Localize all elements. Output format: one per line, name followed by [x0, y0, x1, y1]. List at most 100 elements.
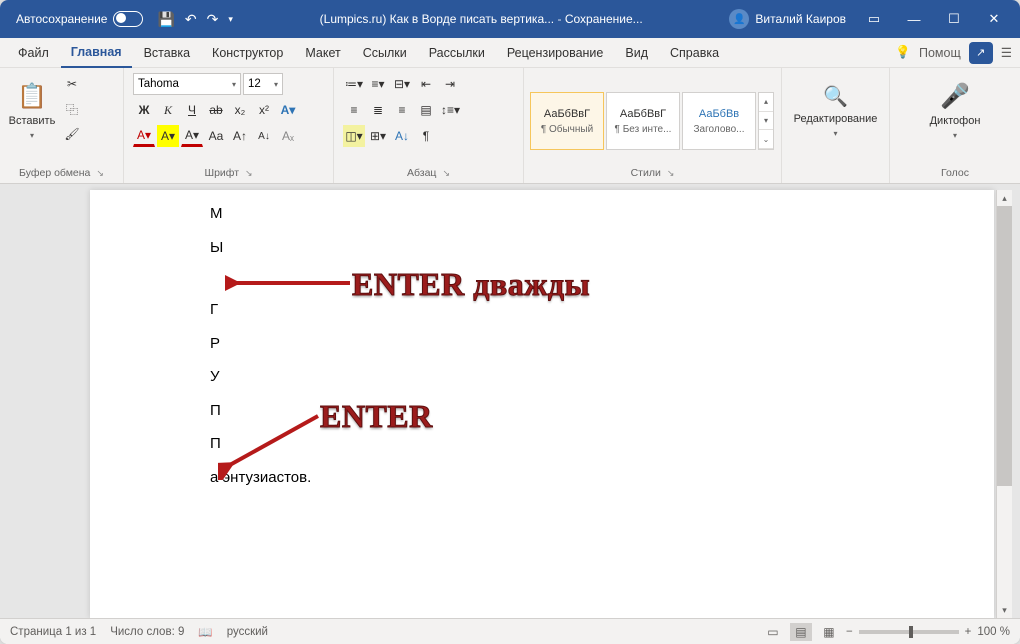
- align-left-button[interactable]: ≡: [343, 99, 365, 121]
- bullets-button[interactable]: ≔▾: [343, 73, 365, 95]
- doc-line: М: [210, 204, 311, 224]
- superscript-button[interactable]: x²: [253, 99, 275, 121]
- copy-button[interactable]: ⿻: [61, 98, 83, 120]
- page-content[interactable]: М Ы Г Р У П П а энтузиастов.: [210, 204, 311, 501]
- style-no-spacing[interactable]: АаБбВвГ ¶ Без инте...: [606, 92, 680, 150]
- tab-insert[interactable]: Вставка: [134, 38, 200, 68]
- tell-me-icon[interactable]: 💡: [895, 45, 911, 60]
- clipboard-launcher-icon[interactable]: ↘: [96, 168, 104, 179]
- font-color-button[interactable]: А▾: [133, 125, 155, 147]
- grow-font-button[interactable]: A↑: [229, 125, 251, 147]
- change-case-button[interactable]: Aa: [205, 125, 227, 147]
- styles-label: Стили: [631, 167, 661, 179]
- cut-button[interactable]: ✂: [61, 73, 83, 95]
- tab-view[interactable]: Вид: [615, 38, 658, 68]
- maximize-button[interactable]: ☐: [934, 0, 974, 38]
- font-name-select[interactable]: Tahoma▾: [133, 73, 241, 95]
- status-language[interactable]: русский: [227, 626, 268, 638]
- ribbon-tabs: Файл Главная Вставка Конструктор Макет С…: [0, 38, 1020, 68]
- align-center-button[interactable]: ≣: [367, 99, 389, 121]
- tab-help[interactable]: Справка: [660, 38, 729, 68]
- share-button[interactable]: ↗: [969, 42, 993, 64]
- format-painter-button[interactable]: 🖌: [61, 123, 83, 145]
- font-launcher-icon[interactable]: ↘: [245, 168, 253, 179]
- group-paragraph: ≔▾ ≡▾ ⊟▾ ⇤ ⇥ ≡ ≣ ≡ ▤ ↕≡▾ ◫▾: [334, 68, 524, 183]
- autosave-toggle[interactable]: [113, 11, 143, 27]
- zoom-out-button[interactable]: −: [846, 626, 853, 638]
- redo-icon[interactable]: ↷: [207, 11, 219, 28]
- editing-button[interactable]: 🔍 Редактирование ▾: [794, 71, 878, 151]
- zoom-in-button[interactable]: +: [965, 626, 972, 638]
- strike-button[interactable]: ab: [205, 99, 227, 121]
- numbering-button[interactable]: ≡▾: [367, 73, 389, 95]
- tab-layout[interactable]: Макет: [295, 38, 350, 68]
- proofing-icon[interactable]: 📖: [198, 625, 212, 639]
- window-title: (Lumpics.ru) Как в Ворде писать вертика.…: [233, 12, 730, 26]
- ribbon-options-icon[interactable]: ▭: [854, 0, 894, 38]
- sort-button[interactable]: A↓: [391, 125, 413, 147]
- line-spacing-button[interactable]: ↕≡▾: [439, 99, 462, 121]
- tab-home[interactable]: Главная: [61, 38, 132, 68]
- print-layout-button[interactable]: ▤: [790, 623, 812, 641]
- read-mode-button[interactable]: ▭: [762, 623, 784, 641]
- text-effects-button[interactable]: A▾: [277, 99, 299, 121]
- underline-button[interactable]: Ч: [181, 99, 203, 121]
- search-icon: 🔍: [823, 84, 848, 109]
- voice-label: Голос: [896, 165, 1014, 183]
- paragraph-label: Абзац: [407, 167, 436, 179]
- status-page[interactable]: Страница 1 из 1: [10, 626, 96, 638]
- dictate-button[interactable]: 🎤 Диктофон ▾: [929, 71, 981, 151]
- subscript-button[interactable]: x₂: [229, 99, 251, 121]
- justify-button[interactable]: ▤: [415, 99, 437, 121]
- styles-up-icon[interactable]: ▴: [759, 93, 773, 112]
- shrink-font-button[interactable]: A↓: [253, 125, 275, 147]
- bold-button[interactable]: Ж: [133, 99, 155, 121]
- page[interactable]: М Ы Г Р У П П а энтузиастов.: [90, 190, 994, 618]
- status-words[interactable]: Число слов: 9: [110, 626, 184, 638]
- doc-line: а энтузиастов.: [210, 468, 311, 488]
- style-normal[interactable]: АаБбВвГ ¶ Обычный: [530, 92, 604, 150]
- font-size-select[interactable]: 12▾: [243, 73, 283, 95]
- undo-icon[interactable]: ↶: [185, 11, 197, 28]
- style-heading1[interactable]: АаБбВв Заголово...: [682, 92, 756, 150]
- italic-button[interactable]: К: [157, 99, 179, 121]
- tell-me-label[interactable]: Помощ: [919, 46, 961, 60]
- paragraph-launcher-icon[interactable]: ↘: [442, 168, 450, 179]
- doc-line: Г: [210, 300, 311, 320]
- tab-mailings[interactable]: Рассылки: [419, 38, 495, 68]
- close-button[interactable]: ✕: [974, 0, 1014, 38]
- font-color2-button[interactable]: А▾: [181, 125, 203, 147]
- scroll-down-icon[interactable]: ▾: [997, 602, 1012, 618]
- tab-references[interactable]: Ссылки: [353, 38, 417, 68]
- save-icon[interactable]: 💾: [157, 11, 174, 28]
- user-profile[interactable]: 👤 Виталий Каиров: [729, 9, 846, 29]
- comments-icon[interactable]: ☰: [1001, 45, 1012, 60]
- shading-button[interactable]: ◫▾: [343, 125, 365, 147]
- zoom-level[interactable]: 100 %: [977, 626, 1010, 638]
- tab-file[interactable]: Файл: [8, 38, 59, 68]
- align-right-button[interactable]: ≡: [391, 99, 413, 121]
- scroll-thumb[interactable]: [997, 206, 1012, 486]
- paste-button[interactable]: 📋 Вставить ▾: [6, 71, 58, 151]
- styles-launcher-icon[interactable]: ↘: [667, 168, 675, 179]
- borders-button[interactable]: ⊞▾: [367, 125, 389, 147]
- styles-down-icon[interactable]: ▾: [759, 112, 773, 131]
- title-bar: Автосохранение 💾 ↶ ↷ ▾ (Lumpics.ru) Как …: [0, 0, 1020, 38]
- tab-design[interactable]: Конструктор: [202, 38, 293, 68]
- increase-indent-button[interactable]: ⇥: [439, 73, 461, 95]
- styles-scroll[interactable]: ▴ ▾ ⌄: [758, 92, 774, 150]
- styles-more-icon[interactable]: ⌄: [759, 130, 773, 149]
- decrease-indent-button[interactable]: ⇤: [415, 73, 437, 95]
- tab-review[interactable]: Рецензирование: [497, 38, 614, 68]
- highlight-button[interactable]: А▾: [157, 125, 179, 147]
- clipboard-label: Буфер обмена: [19, 167, 90, 179]
- doc-line: У: [210, 367, 311, 387]
- zoom-slider[interactable]: [859, 630, 959, 634]
- minimize-button[interactable]: —: [894, 0, 934, 38]
- multilevel-button[interactable]: ⊟▾: [391, 73, 413, 95]
- vertical-scrollbar[interactable]: ▴ ▾: [996, 190, 1012, 618]
- show-marks-button[interactable]: ¶: [415, 125, 437, 147]
- scroll-up-icon[interactable]: ▴: [997, 190, 1012, 206]
- clear-format-button[interactable]: Aₓ: [277, 125, 299, 147]
- web-layout-button[interactable]: ▦: [818, 623, 840, 641]
